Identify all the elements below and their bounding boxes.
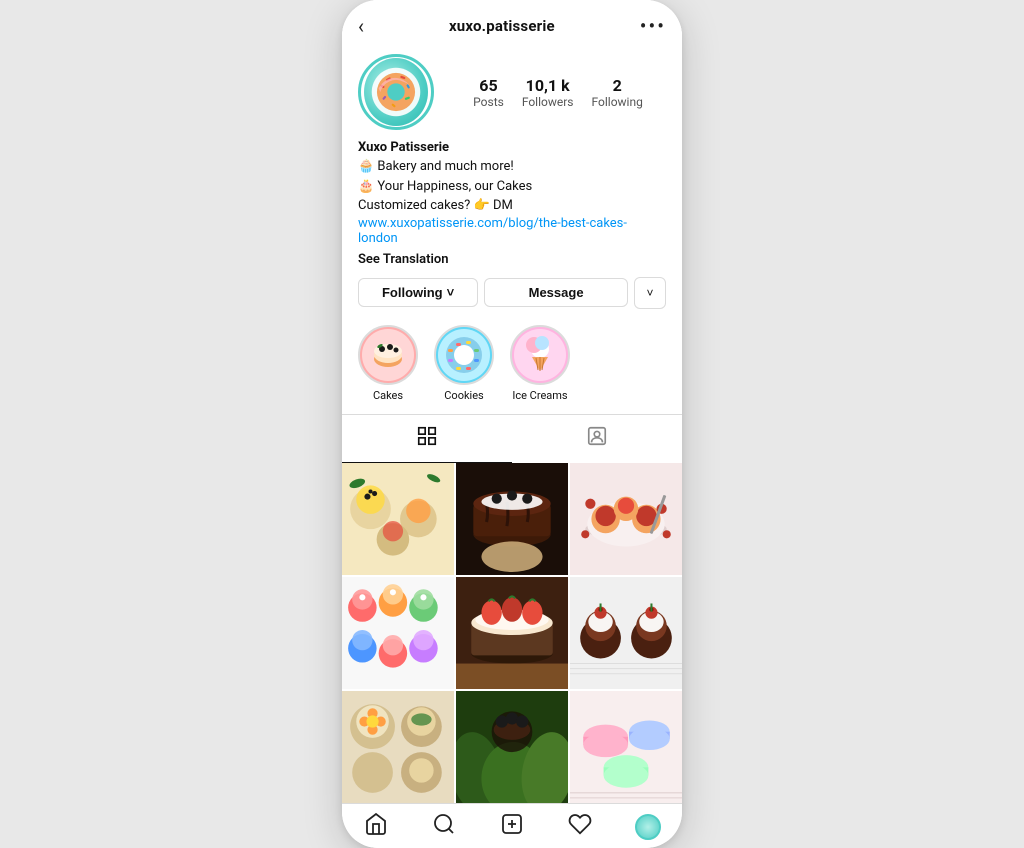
phone-content: ‹ xuxo.patisserie ••• <box>342 0 682 803</box>
posts-count: 65 <box>479 76 497 95</box>
avatar-image <box>364 58 428 126</box>
photo-7-image <box>342 691 454 803</box>
bottom-navigation <box>342 803 682 848</box>
highlight-cakes-label: Cakes <box>373 389 403 402</box>
tab-tagged[interactable] <box>512 415 682 463</box>
person-tag-icon <box>586 425 608 452</box>
see-translation-button[interactable]: See Translation <box>358 252 449 267</box>
back-button[interactable]: ‹ <box>358 14 364 38</box>
highlight-cookies-circle <box>434 325 494 385</box>
bio-line-2: 🎂 Your Happiness, our Cakes <box>358 177 666 197</box>
bio-section: Xuxo Patisserie 🧁 Bakery and much more! … <box>358 140 666 267</box>
highlight-cakes[interactable]: Cakes <box>358 325 418 402</box>
profile-header: ‹ xuxo.patisserie ••• <box>342 0 682 46</box>
bio-link[interactable]: www.xuxopatisserie.com/blog/the-best-cak… <box>358 216 666 246</box>
grid-photo-2[interactable] <box>456 463 568 575</box>
cookies-highlight-image <box>436 327 492 383</box>
nav-likes[interactable] <box>546 812 614 842</box>
tabs-bar <box>342 414 682 463</box>
avatar[interactable] <box>358 54 434 130</box>
followers-stat[interactable]: 10,1 k Followers <box>522 76 574 109</box>
following-chevron-icon: ˅ <box>447 285 455 300</box>
add-post-icon <box>500 812 524 842</box>
following-label: Following <box>382 285 443 300</box>
display-name: Xuxo Patisserie <box>358 140 666 155</box>
posts-label: Posts <box>473 95 504 109</box>
following-label: Following <box>592 95 643 109</box>
grid-photo-1[interactable] <box>342 463 454 575</box>
photo-1-image <box>342 463 454 575</box>
phone-frame: ‹ xuxo.patisserie ••• <box>342 0 682 848</box>
home-icon <box>364 812 388 842</box>
nav-home[interactable] <box>342 812 410 842</box>
bio-line-3: Customized cakes? 👉 DM <box>358 196 666 216</box>
highlight-cookies-label: Cookies <box>444 389 483 402</box>
highlight-icecreams[interactable]: Ice Creams <box>510 325 570 402</box>
message-button[interactable]: Message <box>484 278 628 307</box>
profile-icon <box>635 814 661 840</box>
highlight-icecreams-circle <box>510 325 570 385</box>
posts-stat[interactable]: 65 Posts <box>473 76 504 109</box>
grid-photo-7[interactable] <box>342 691 454 803</box>
following-count: 2 <box>613 76 622 95</box>
nav-profile[interactable] <box>614 812 682 842</box>
photo-grid <box>342 463 682 803</box>
photo-9-image <box>570 691 682 803</box>
grid-photo-8[interactable] <box>456 691 568 803</box>
grid-photo-3[interactable] <box>570 463 682 575</box>
photo-2-image <box>456 463 568 575</box>
highlights-row: Cakes <box>342 321 682 414</box>
highlight-icecreams-label: Ice Creams <box>512 389 567 402</box>
following-stat[interactable]: 2 Following <box>592 76 643 109</box>
search-icon <box>432 812 456 842</box>
followers-label: Followers <box>522 95 574 109</box>
cakes-highlight-image <box>360 327 416 383</box>
following-button[interactable]: Following ˅ <box>358 278 478 307</box>
grid-icon <box>416 425 438 452</box>
nav-add[interactable] <box>478 812 546 842</box>
more-options-button[interactable]: ••• <box>640 14 666 38</box>
profile-top-row: 65 Posts 10,1 k Followers 2 Following <box>358 54 666 130</box>
followers-count: 10,1 k <box>526 76 570 95</box>
photo-8-image <box>456 691 568 803</box>
highlight-cookies[interactable]: Cookies <box>434 325 494 402</box>
profile-section: 65 Posts 10,1 k Followers 2 Following Xu… <box>342 46 682 309</box>
dropdown-button[interactable]: ˅ <box>634 277 666 309</box>
bio-line-1: 🧁 Bakery and much more! <box>358 157 666 177</box>
highlight-cakes-circle <box>358 325 418 385</box>
nav-search[interactable] <box>410 812 478 842</box>
photo-3-image <box>570 463 682 575</box>
icecreams-highlight-image <box>512 327 568 383</box>
profile-username-header: xuxo.patisserie <box>449 17 555 35</box>
action-buttons: Following ˅ Message ˅ <box>358 277 666 309</box>
stats-row: 65 Posts 10,1 k Followers 2 Following <box>450 76 666 109</box>
tab-grid[interactable] <box>342 415 512 463</box>
donut-icon <box>370 66 422 118</box>
heart-icon <box>568 812 592 842</box>
grid-photo-9[interactable] <box>570 691 682 803</box>
chevron-down-icon: ˅ <box>646 286 653 300</box>
